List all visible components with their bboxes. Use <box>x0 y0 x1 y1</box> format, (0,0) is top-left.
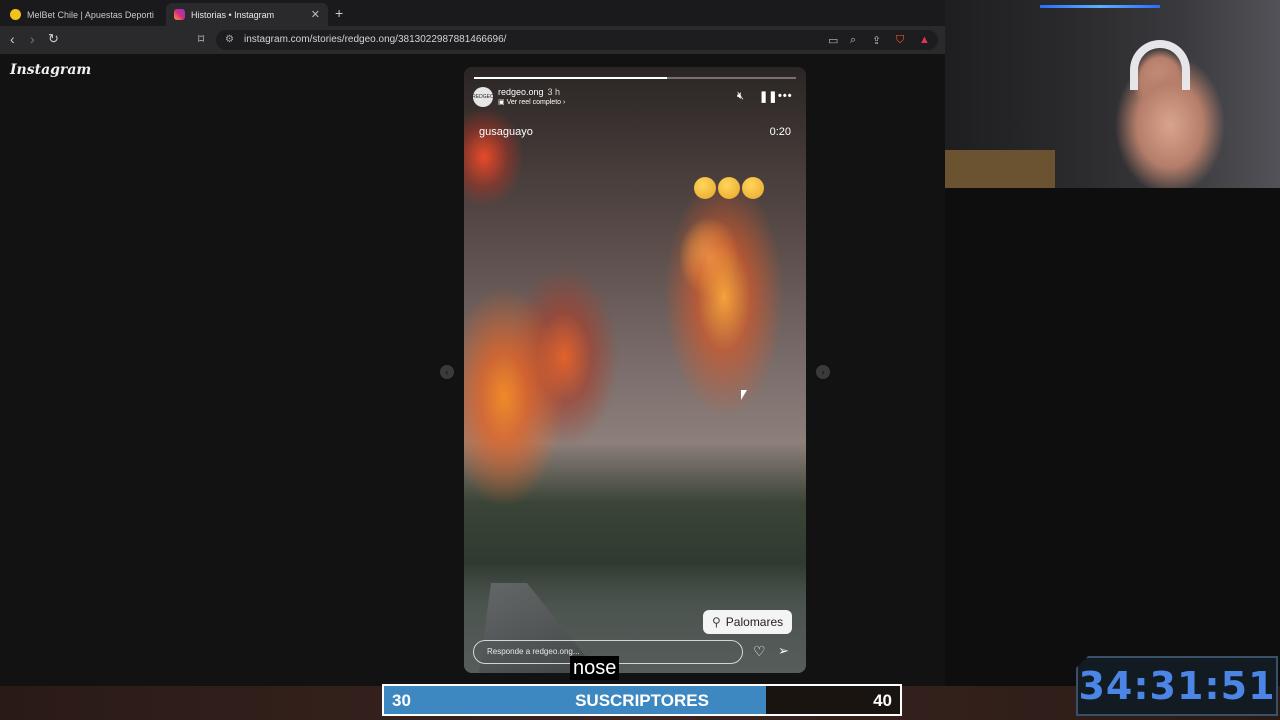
goal-label: SUSCRIPTORES <box>575 691 709 710</box>
view-full-reel-link[interactable]: ▣ Ver reel completo › <box>498 98 565 106</box>
reply-placeholder: Responde a redgeo.ong... <box>487 647 580 656</box>
location-pin-icon: ⚲ <box>712 615 721 629</box>
send-icon[interactable]: ➢ <box>778 643 789 659</box>
reel-icon: ▣ <box>498 99 507 106</box>
melbet-favicon-icon <box>10 9 21 20</box>
tab-label: Historias • Instagram <box>191 9 275 20</box>
tab-instagram[interactable]: Historias • Instagram ✕ <box>166 3 328 26</box>
pause-icon[interactable]: ❚❚ <box>759 90 777 103</box>
mute-icon[interactable]: 🔇︎ <box>737 90 744 103</box>
location-label: Palomares <box>725 615 784 629</box>
browser-tab-bar: MelBet Chile | Apuestas Deportivas C His… <box>0 0 945 26</box>
stream-timer: 34:31:51 <box>1078 664 1276 708</box>
new-tab-button[interactable]: + <box>335 5 343 21</box>
url-text: instagram.com/stories/redgeo.ong/3813022… <box>244 34 507 45</box>
story-progress-fill <box>474 77 668 79</box>
story-time: 3 h <box>547 87 561 97</box>
forward-icon[interactable]: › <box>30 31 35 47</box>
instagram-page: Instagram ‹ › REDGEO redgeo.ong 3 h ▣ Ver… <box>0 54 945 686</box>
subscriber-goal-bar: 30 SUSCRIPTORES 40 <box>382 684 902 716</box>
back-icon[interactable]: ‹ <box>10 31 15 47</box>
site-settings-icon[interactable]: ⚙ <box>225 34 234 45</box>
led-strip <box>1040 5 1160 8</box>
live-subtitle: nose <box>570 656 620 680</box>
story-username[interactable]: redgeo.ong <box>498 87 544 97</box>
crying-face-icon <box>694 177 716 199</box>
chevron-right-icon: › <box>561 99 566 106</box>
stream-timer-panel: 34:31:51 <box>1076 656 1278 716</box>
reload-icon[interactable]: ↻ <box>48 31 59 47</box>
brave-shield-icon[interactable]: ⛉ <box>896 34 904 47</box>
instagram-logo[interactable]: Instagram <box>10 62 91 78</box>
tab-melbet[interactable]: MelBet Chile | Apuestas Deportivas C <box>2 3 162 26</box>
headphones <box>1130 40 1190 90</box>
tab-label: MelBet Chile | Apuestas Deportivas C <box>27 9 154 20</box>
story-avatar[interactable]: REDGEO <box>472 87 494 107</box>
zoom-icon[interactable]: ⌕ <box>850 34 856 47</box>
bookmark-icon[interactable]: ⌑ <box>198 32 204 46</box>
next-story-button[interactable]: › <box>816 365 830 379</box>
previous-story-button[interactable]: ‹ <box>440 365 454 379</box>
view-full-reel-label: Ver reel completo <box>506 99 562 106</box>
webcam-feed <box>945 0 1280 188</box>
cast-icon[interactable]: ▭ <box>828 34 838 47</box>
desk-surface <box>945 150 1055 188</box>
crying-face-icon <box>742 177 764 199</box>
heart-icon[interactable]: ♡ <box>753 643 766 660</box>
browser-toolbar: ‹ › ↻ ⌑ ⚙ instagram.com/stories/redgeo.o… <box>0 26 945 54</box>
address-bar[interactable]: ⚙ instagram.com/stories/redgeo.ong/38130… <box>216 30 938 50</box>
story-viewer[interactable]: REDGEO redgeo.ong 3 h ▣ Ver reel completo… <box>464 67 806 673</box>
brave-rewards-icon[interactable]: ▲ <box>919 34 930 46</box>
goal-max: 40 <box>873 691 892 710</box>
crying-emoji-sticker <box>694 177 764 199</box>
instagram-favicon-icon <box>174 9 185 20</box>
more-icon[interactable]: ••• <box>778 90 793 102</box>
location-sticker[interactable]: ⚲ Palomares <box>703 610 793 634</box>
tagged-user[interactable]: gusaguayo <box>479 126 533 138</box>
story-user: redgeo.ong 3 h <box>498 87 560 97</box>
close-tab-icon[interactable]: ✕ <box>311 8 320 21</box>
share-icon[interactable]: ⇪ <box>872 34 881 47</box>
mouse-cursor-icon <box>741 390 747 400</box>
crying-face-icon <box>718 177 740 199</box>
screen: MelBet Chile | Apuestas Deportivas C His… <box>0 0 1280 720</box>
story-duration: 0:20 <box>769 126 791 138</box>
story-progress-bar <box>474 77 796 79</box>
